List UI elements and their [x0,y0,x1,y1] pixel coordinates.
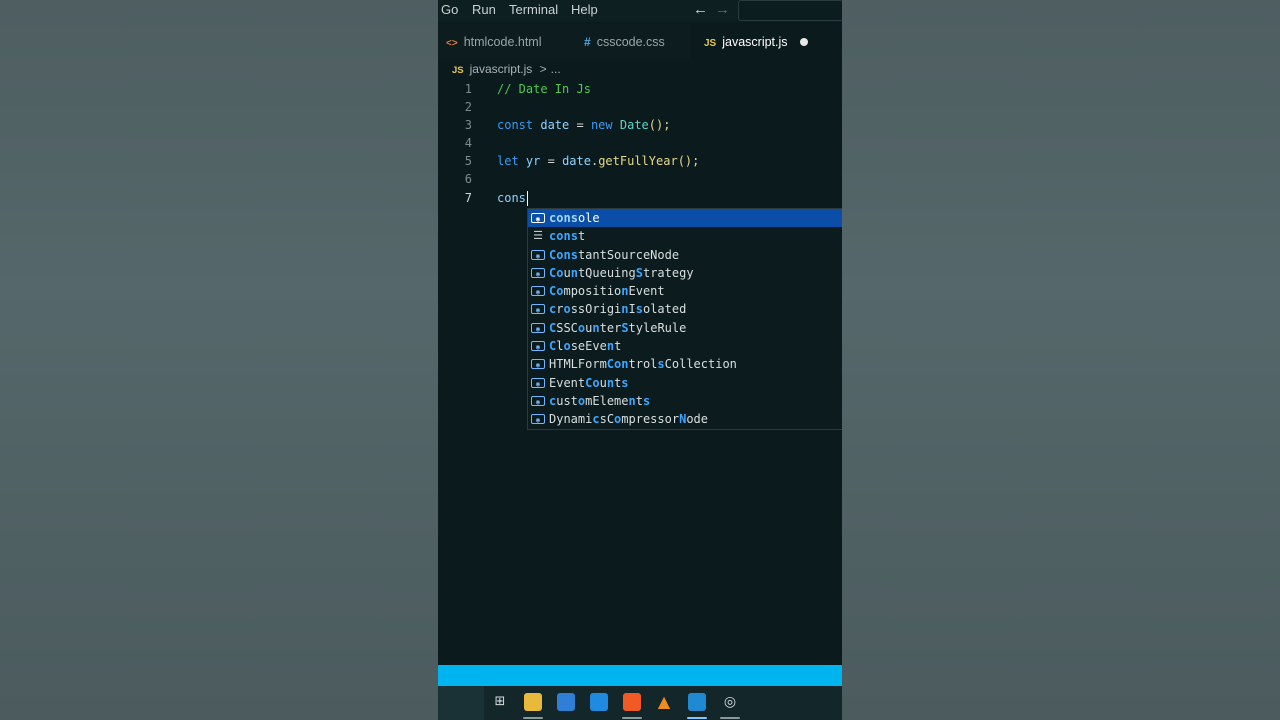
brave-browser-icon[interactable] [623,693,641,711]
suggestion-label: HTMLFormControlsCollection [549,357,737,372]
code-line: 2 [438,98,842,116]
running-indicator [720,717,740,719]
suggestion-item[interactable]: ◉ HTMLFormControlsCollection [528,355,842,373]
code-editor[interactable]: 1 // Date In Js 2 3 const date = new Dat… [438,80,842,665]
tab-htmlcode[interactable]: <> htmlcode.html [438,24,566,60]
variable-icon: ◉ [531,286,545,297]
vlc-icon[interactable]: ▲ [655,693,673,711]
back-arrow-icon[interactable]: ← [693,1,708,18]
running-indicator [523,717,543,719]
store-icon[interactable] [557,693,575,711]
tab-csscode[interactable]: # csscode.css [568,24,688,60]
suggestion-label: EventCounts [549,375,629,390]
suggestion-item[interactable]: ◉ console [528,209,842,228]
variable-icon: ◉ [531,341,545,352]
tab-label: javascript.js [722,35,788,49]
breadcrumb-more[interactable]: ... [551,62,561,76]
unsaved-dot-icon[interactable] [799,37,808,46]
variable-icon: ◉ [531,304,545,315]
suggestion-label: ConstantSourceNode [549,247,680,262]
menu-terminal[interactable]: Terminal [509,2,558,17]
suggestion-label: CloseEvent [549,339,622,354]
suggestion-item[interactable]: ☰ const [528,227,842,245]
code-line: 5 let yr = date.getFullYear(); [438,152,842,170]
code-text: let yr = date.getFullYear(); [497,154,700,168]
keyword-icon: ☰ [533,229,543,243]
js-file-icon: JS [452,65,464,76]
variable-icon: ◉ [531,322,545,333]
variable-icon: ◉ [531,359,545,370]
variable-icon: ◉ [531,249,545,260]
menu-go[interactable]: Go [441,2,458,17]
code-line: 1 // Date In Js [438,80,842,98]
suggestion-label: crossOriginIsolated [549,302,687,317]
running-indicator [622,717,642,719]
suggestion-label: CSSCounterStyleRule [549,320,687,335]
variable-icon: ◉ [531,377,545,388]
menu-bar: Go Run Terminal Help ← → [438,0,842,22]
line-number: 3 [464,118,472,132]
line-number: 5 [464,154,472,168]
code-text: cons [497,191,526,205]
code-line: 3 const date = new Date(); [438,116,842,134]
variable-icon: ◉ [531,267,545,278]
suggestion-widget: ◉ console ☰ const ◉ ConstantSourceNode ◉ CountQ… [527,208,842,430]
tab-label: csscode.css [596,35,665,49]
code-text: // Date In Js [497,82,591,96]
file-explorer-icon[interactable] [524,693,542,711]
breadcrumb: JS javascript.js >... [452,62,561,76]
suggestion-item[interactable]: ◉ customElements [528,392,842,410]
line-number: 7 [464,191,472,205]
suggestion-label: CompositionEvent [549,284,665,299]
active-indicator [687,717,707,719]
css-file-icon: # [584,35,591,49]
tab-javascript[interactable]: JS javascript.js [690,24,842,60]
line-number: 6 [464,172,472,186]
suggestion-label: console [549,211,600,225]
breadcrumb-separator: > [539,62,547,76]
status-bar [438,665,842,686]
variable-icon: ◉ [531,213,545,223]
tab-label: htmlcode.html [463,35,542,49]
background-left [0,0,438,720]
taskbar: ⊞ ▲ ◎ [438,686,842,720]
variable-icon: ◉ [531,414,545,425]
vscode-icon[interactable] [688,693,706,711]
html-file-icon: <> [446,38,458,49]
line-number: 4 [464,136,472,150]
line-number: 1 [464,82,472,96]
settings-icon[interactable]: ◎ [721,693,739,711]
code-text: const date = new Date(); [497,118,671,132]
task-view-icon[interactable]: ⊞ [491,693,509,711]
code-line: 6 [438,170,842,188]
js-file-icon: JS [704,38,717,49]
suggestion-item[interactable]: ◉ CSSCounterStyleRule [528,319,842,337]
breadcrumb-file[interactable]: javascript.js [470,62,533,76]
suggestion-item[interactable]: ◉ CountQueuingStrategy [528,264,842,282]
suggestion-label: const [549,229,586,244]
suggestion-label: CountQueuingStrategy [549,265,694,280]
text-cursor [526,191,528,206]
code-line: 4 [438,134,842,152]
suggestion-item[interactable]: ◉ crossOriginIsolated [528,300,842,318]
tab-bar: <> htmlcode.html # csscode.css JS javascrip… [438,24,842,60]
suggestion-item[interactable]: ◉ DynamicsCompressorNode [528,410,842,428]
suggestion-item[interactable]: ◉ CloseEvent [528,337,842,355]
suggestion-item[interactable]: ◉ CompositionEvent [528,282,842,300]
mail-icon[interactable] [590,693,608,711]
command-center-search[interactable] [738,0,842,21]
suggestion-item[interactable]: ◉ ConstantSourceNode [528,246,842,264]
taskbar-left-area [438,686,484,720]
variable-icon: ◉ [531,395,545,406]
suggestion-label: DynamicsCompressorNode [549,412,708,427]
suggestion-label: customElements [549,393,651,408]
menu-help[interactable]: Help [571,2,598,17]
line-number: 2 [464,100,472,114]
code-line: 7 cons [438,189,842,207]
suggestion-item[interactable]: ◉ EventCounts [528,374,842,392]
background-right [842,0,1280,720]
vscode-window: Go Run Terminal Help ← → <> htmlcode.html… [438,0,842,720]
menu-run[interactable]: Run [472,2,496,17]
forward-arrow-icon[interactable]: → [715,1,730,18]
